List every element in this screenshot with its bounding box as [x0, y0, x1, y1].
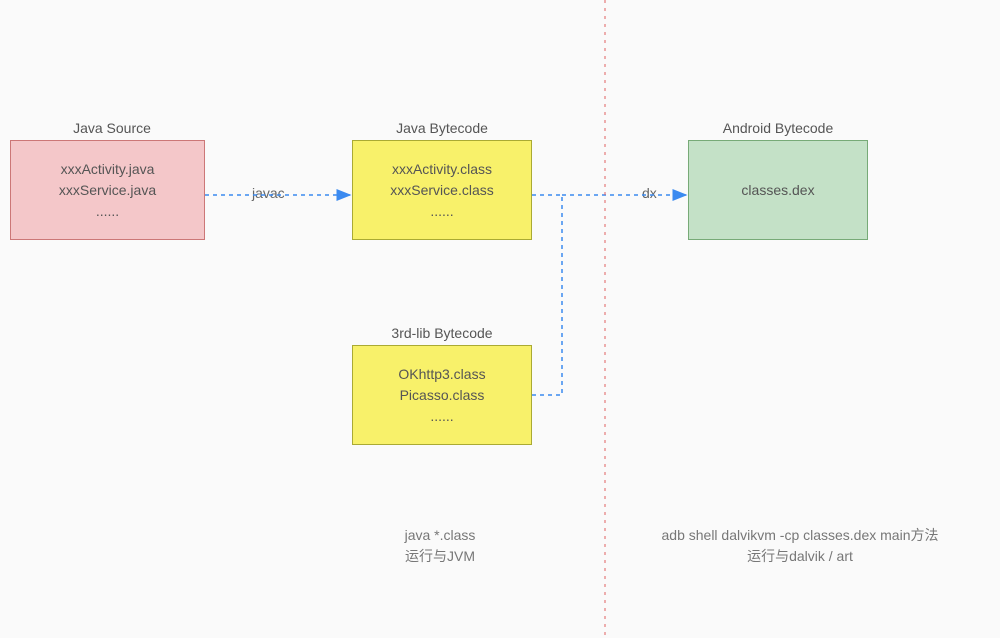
android-bytecode-box: classes.dex [688, 140, 868, 240]
javac-label: javac [250, 185, 287, 201]
thirdlib-line1: OKhttp3.class [398, 364, 485, 385]
dx-label: dx [640, 185, 659, 201]
java-source-line3: ...... [96, 201, 119, 222]
thirdlib-line2: Picasso.class [400, 385, 485, 406]
java-bytecode-line1: xxxActivity.class [392, 159, 492, 180]
java-source-title: Java Source [22, 120, 202, 136]
java-bytecode-line3: ...... [430, 201, 453, 222]
java-source-line2: xxxService.java [59, 180, 156, 201]
java-source-line1: xxxActivity.java [61, 159, 155, 180]
java-bytecode-title: Java Bytecode [352, 120, 532, 136]
dalvik-caption-line2: 运行与dalvik / art [630, 546, 970, 567]
dalvik-caption-line1: adb shell dalvikvm -cp classes.dex main方… [630, 525, 970, 546]
java-bytecode-line2: xxxService.class [390, 180, 493, 201]
thirdlib-bytecode-title: 3rd-lib Bytecode [352, 325, 532, 341]
thirdlib-bytecode-box: OKhttp3.class Picasso.class ...... [352, 345, 532, 445]
java-bytecode-box: xxxActivity.class xxxService.class .....… [352, 140, 532, 240]
java-source-box: xxxActivity.java xxxService.java ...... [10, 140, 205, 240]
dalvik-caption: adb shell dalvikvm -cp classes.dex main方… [630, 525, 970, 567]
jvm-caption-line2: 运行与JVM [290, 546, 590, 567]
android-bytecode-title: Android Bytecode [688, 120, 868, 136]
jvm-caption-line1: java *.class [290, 525, 590, 546]
jvm-caption: java *.class 运行与JVM [290, 525, 590, 567]
thirdlib-connector [532, 195, 562, 395]
android-bytecode-line1: classes.dex [741, 180, 814, 201]
thirdlib-line3: ...... [430, 406, 453, 427]
